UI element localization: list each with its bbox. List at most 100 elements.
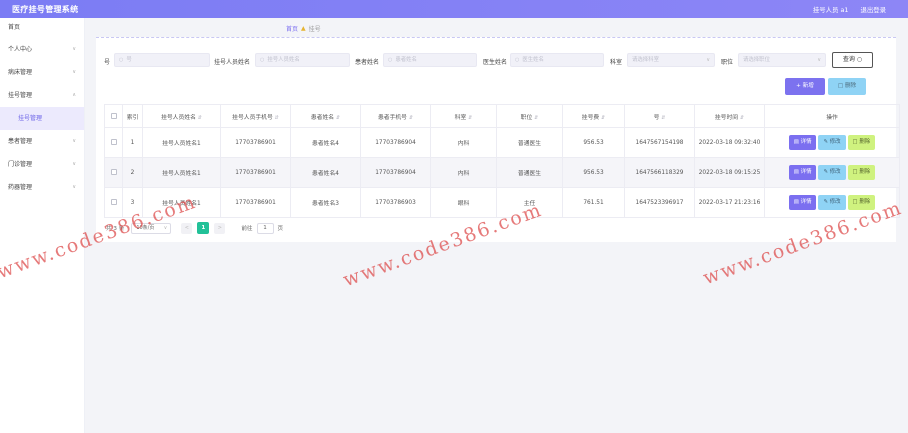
col-header-label: 职位 (520, 114, 533, 121)
sidebar-item-clinic-management[interactable]: 门诊管理 ∨ (0, 153, 84, 176)
query-button[interactable]: 查询 ○ (832, 52, 873, 68)
logout-link[interactable]: 退出登录 (860, 5, 886, 14)
cell-patient-phone: 17703786904 (360, 157, 431, 188)
chevron-down-icon: ∨ (72, 161, 76, 167)
checkbox[interactable] (110, 112, 117, 119)
filter-number-input[interactable]: ○ 号 (114, 53, 210, 67)
cell-actions: ▤ 详情 ✎ 修改 □ 删除 (764, 127, 900, 158)
col-header-fee[interactable]: 挂号费 ⇵ (562, 104, 625, 128)
add-button[interactable]: + 新增 (785, 78, 825, 95)
edit-button-label: 修改 (829, 169, 841, 175)
edit-button[interactable]: ✎ 修改 (818, 165, 846, 180)
page-size-select[interactable]: 10条/页 ∨ (131, 222, 172, 234)
cell-patient-phone: 17703786904 (360, 127, 431, 158)
sort-icon[interactable]: ⇵ (601, 115, 605, 121)
filter-reg-name-placeholder: 挂号人员姓名 (267, 57, 300, 63)
col-header-reg-phone[interactable]: 挂号人员手机号 ⇵ (220, 104, 291, 128)
col-header-position[interactable]: 职位 ⇵ (496, 104, 563, 128)
filter-doctor-name-label: 医生姓名 (483, 59, 508, 66)
filter-dept-select[interactable]: 请选择科室 ∨ (627, 53, 715, 67)
col-header-actions: 操作 (764, 104, 900, 128)
table-row[interactable]: 1 挂号人员姓名1 17703786901 患者姓名4 17703786904 … (104, 127, 900, 158)
select-all-checkbox[interactable] (104, 104, 123, 128)
sort-icon[interactable]: ⇵ (661, 115, 665, 121)
cell-fee: 956.53 (562, 157, 625, 188)
chevron-down-icon: ∨ (72, 138, 76, 144)
sidebar-item-patient-management[interactable]: 患者管理 ∨ (0, 130, 84, 153)
col-header-patient-phone[interactable]: 患者手机号 ⇵ (360, 104, 431, 128)
sort-icon[interactable]: ⇵ (409, 115, 413, 121)
col-header-reg-name[interactable]: 挂号人员姓名 ⇵ (142, 104, 221, 128)
cell-dept: 眼科 (430, 187, 497, 218)
col-header-label: 挂号人员手机号 (232, 114, 273, 121)
cell-position: 普通医生 (496, 127, 563, 158)
sort-icon[interactable]: ⇵ (468, 115, 472, 121)
filter-position-select[interactable]: 请选择职位 ∨ (738, 53, 826, 67)
table-header-row: 索引 挂号人员姓名 ⇵ 挂号人员手机号 ⇵ 患者姓名 ⇵ 患者手机号 ⇵ 科室 … (104, 104, 900, 128)
delete-button-label: 删除 (859, 199, 871, 205)
chevron-up-icon: ∧ (72, 92, 76, 98)
sidebar: 首页 个人中心 ∨ 病床管理 ∨ 挂号管理 ∧ 挂号管理 患者管理 ∨ 门诊管理 ∨ 药器… (0, 18, 85, 433)
sidebar-item-personal-center[interactable]: 个人中心 ∨ (0, 38, 84, 61)
sidebar-item-label: 门诊管理 (8, 161, 33, 168)
filter-patient-name-input[interactable]: ○ 患者姓名 (383, 53, 477, 67)
breadcrumb-home[interactable]: 首页 (286, 24, 298, 33)
detail-button-label: 详情 (800, 199, 812, 205)
table-row[interactable]: 2 挂号人员姓名1 17703786901 患者姓名4 17703786904 … (104, 157, 900, 188)
sidebar-item-label: 患者管理 (8, 138, 33, 145)
sidebar-item-pharmacy-management[interactable]: 药器管理 ∨ (0, 176, 84, 199)
col-header-number[interactable]: 号 ⇵ (624, 104, 695, 128)
edit-button-label: 修改 (829, 139, 841, 145)
detail-button[interactable]: ▤ 详情 (788, 165, 817, 180)
trash-icon: □ (852, 199, 858, 205)
edit-button[interactable]: ✎ 修改 (818, 135, 846, 150)
filter-reg-name-input[interactable]: ○ 挂号人员姓名 (255, 53, 350, 67)
cell-patient-name: 患者姓名4 (290, 127, 361, 158)
detail-button[interactable]: ▤ 详情 (788, 135, 817, 150)
prev-page-button[interactable]: < (181, 222, 193, 234)
filter-dept-placeholder: 请选择科室 (632, 57, 659, 63)
col-header-patient-name[interactable]: 患者姓名 ⇵ (290, 104, 361, 128)
delete-button[interactable]: □ 删除 (847, 135, 876, 150)
sidebar-item-home[interactable]: 首页 (0, 18, 84, 38)
search-icon: ○ (260, 57, 265, 63)
delete-button[interactable]: □ 删除 (847, 195, 876, 210)
col-header-time[interactable]: 挂号时间 ⇵ (694, 104, 765, 128)
sort-icon[interactable]: ⇵ (336, 115, 340, 121)
delete-button[interactable]: □ 删除 (847, 165, 876, 180)
row-checkbox[interactable] (110, 169, 117, 176)
sort-icon[interactable]: ⇵ (198, 115, 202, 121)
sort-icon[interactable]: ⇵ (534, 115, 538, 121)
sidebar-item-registration-management[interactable]: 挂号管理 ∧ (0, 84, 84, 107)
sidebar-item-label: 挂号管理 (8, 92, 33, 99)
sort-icon[interactable]: ⇵ (275, 115, 279, 121)
sidebar-subitem-registration[interactable]: 挂号管理 (0, 107, 84, 130)
cell-time: 2022-03-18 09:15:25 (694, 157, 765, 188)
filter-position-label: 职位 (721, 59, 734, 66)
detail-button[interactable]: ▤ 详情 (788, 195, 817, 210)
sidebar-item-bed-management[interactable]: 病床管理 ∨ (0, 61, 84, 84)
detail-icon: ▤ (793, 169, 799, 175)
filter-doctor-name-input[interactable]: ○ 医生姓名 (510, 53, 604, 67)
cell-fee: 956.53 (562, 127, 625, 158)
cell-reg-phone: 17703786901 (220, 127, 291, 158)
col-header-label: 操作 (826, 114, 838, 121)
goto-page-input[interactable]: 1 (256, 222, 274, 234)
sidebar-item-label: 个人中心 (8, 46, 33, 53)
filter-doctor-name-placeholder: 医生姓名 (522, 57, 544, 63)
col-header-dept[interactable]: 科室 ⇵ (430, 104, 497, 128)
current-page-button[interactable]: 1 (197, 222, 210, 234)
edit-button[interactable]: ✎ 修改 (818, 195, 846, 210)
row-checkbox[interactable] (110, 139, 117, 146)
filter-dept-label: 科室 (610, 59, 623, 66)
table-row[interactable]: 3 挂号人员姓名1 17703786901 患者姓名3 17703786903 … (104, 187, 900, 218)
next-page-button[interactable]: > (214, 222, 226, 234)
cell-position: 主任 (496, 187, 563, 218)
sort-icon[interactable]: ⇵ (740, 115, 744, 121)
page-suffix: 页 (277, 226, 284, 232)
current-user-label[interactable]: 挂号人员 a1 (813, 5, 849, 14)
edit-icon: ✎ (823, 139, 828, 145)
edit-icon: ✎ (823, 199, 828, 205)
row-checkbox[interactable] (110, 199, 117, 206)
batch-delete-button[interactable]: □ 删除 (828, 78, 866, 95)
